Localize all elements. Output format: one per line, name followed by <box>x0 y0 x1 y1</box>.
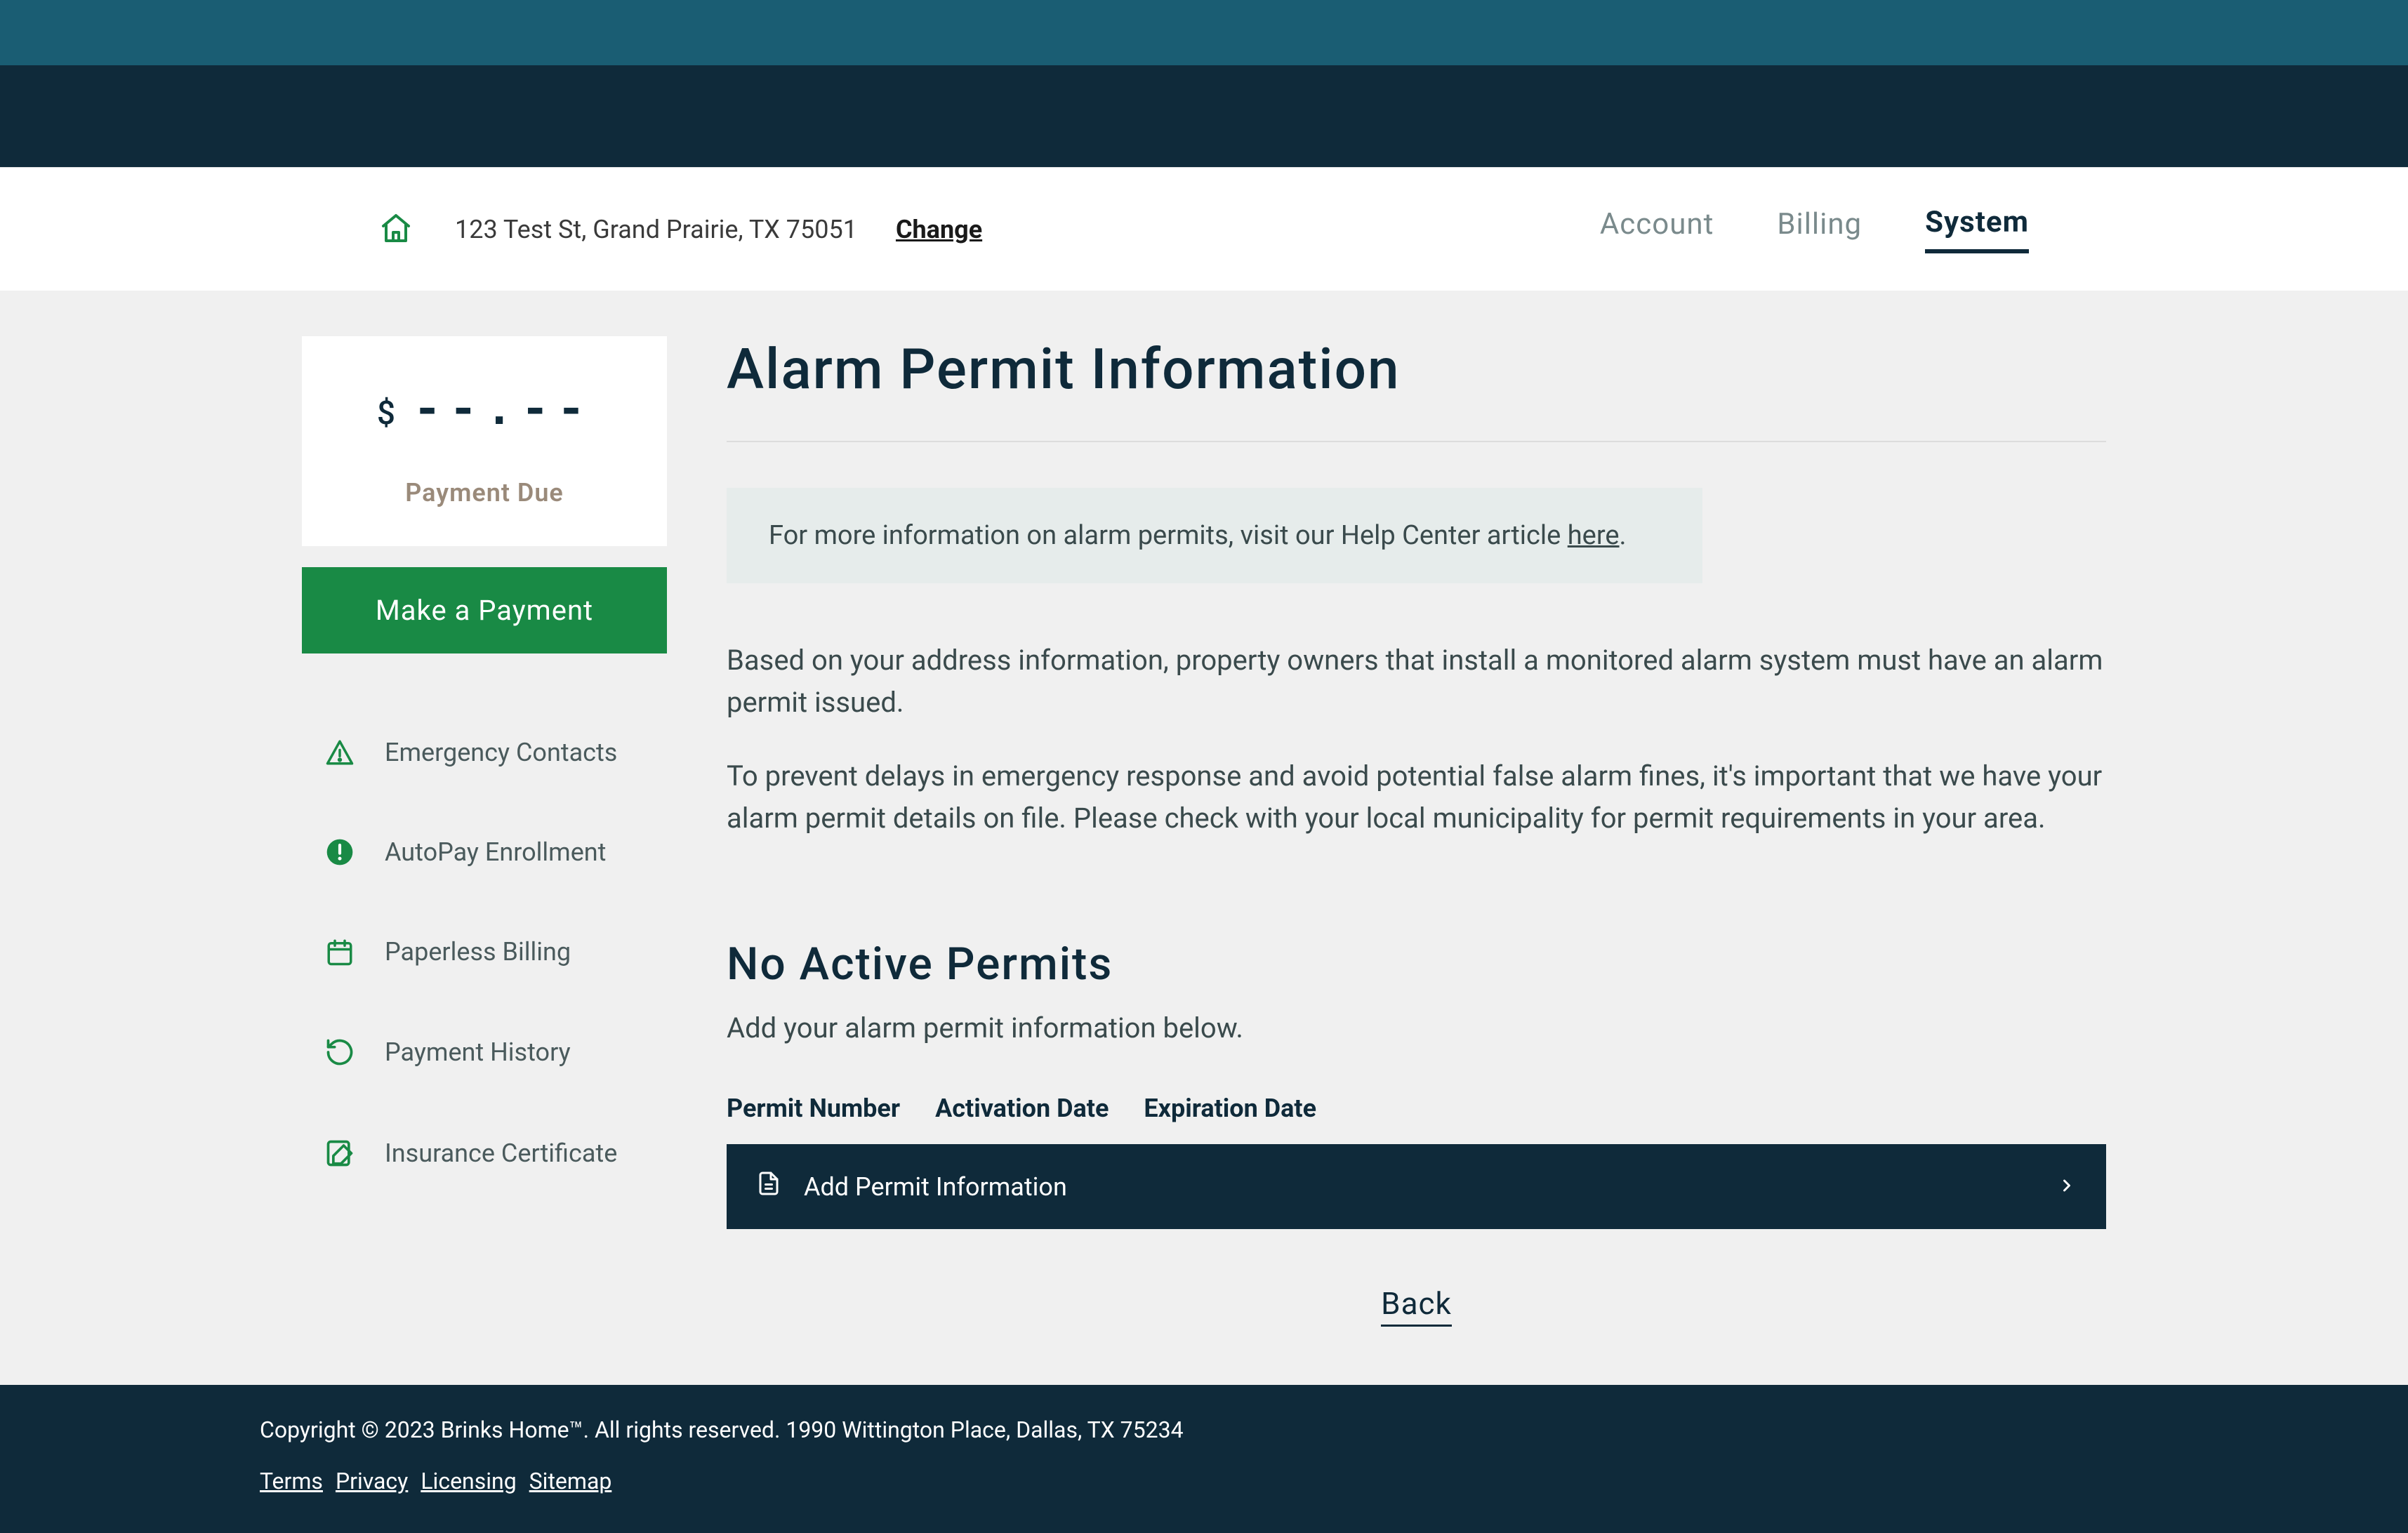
nav-tabs: Account Billing System <box>1600 205 2029 253</box>
footer: Copyright © 2023 Brinks Home™. All right… <box>0 1385 2408 1533</box>
warning-icon <box>323 738 357 767</box>
paragraph-1: Based on your address information, prope… <box>727 639 2106 724</box>
tab-system[interactable]: System <box>1925 205 2029 253</box>
section-subtitle: Add your alarm permit information below. <box>727 1011 2106 1044</box>
amount-value: --.-- <box>412 382 592 439</box>
back-link[interactable]: Back <box>1381 1285 1452 1327</box>
edit-doc-icon <box>323 1138 357 1169</box>
side-menu: Emergency Contacts AutoPay Enrollment Pa… <box>302 703 667 1204</box>
info-box: For more information on alarm permits, v… <box>727 488 1702 583</box>
alert-circle-icon <box>323 838 357 866</box>
sidebar-item-label: Emergency Contacts <box>385 738 617 767</box>
sidebar-item-emergency-contacts[interactable]: Emergency Contacts <box>302 703 667 802</box>
address-text: 123 Test St, Grand Prairie, TX 75051 <box>455 215 857 244</box>
add-permit-label: Add Permit Information <box>804 1172 1067 1202</box>
chevron-right-icon <box>2057 1172 2077 1202</box>
sidebar-item-label: Paperless Billing <box>385 937 571 967</box>
sidebar-item-paperless[interactable]: Paperless Billing <box>302 902 667 1002</box>
tab-account[interactable]: Account <box>1600 207 1714 251</box>
sidebar-item-autopay[interactable]: AutoPay Enrollment <box>302 802 667 902</box>
history-icon <box>323 1037 357 1068</box>
sidebar-item-payment-history[interactable]: Payment History <box>302 1002 667 1103</box>
section-title: No Active Permits <box>727 938 2106 990</box>
table-head: Permit Number Activation Date Expiration… <box>727 1094 2106 1123</box>
dollar-sign: $ <box>377 394 395 432</box>
footer-link-privacy[interactable]: Privacy <box>336 1468 408 1494</box>
col-activation-date: Activation Date <box>935 1094 1109 1123</box>
footer-links: Terms Privacy Licensing Sitemap <box>260 1468 2148 1494</box>
document-icon <box>756 1171 781 1202</box>
col-expiration-date: Expiration Date <box>1144 1094 1316 1123</box>
info-box-link[interactable]: here <box>1568 520 1620 551</box>
info-box-suffix: . <box>1620 520 1627 551</box>
footer-link-licensing[interactable]: Licensing <box>421 1468 516 1494</box>
info-box-prefix: For more information on alarm permits, v… <box>769 520 1568 551</box>
make-payment-button[interactable]: Make a Payment <box>302 567 667 653</box>
footer-link-terms[interactable]: Terms <box>260 1468 323 1494</box>
main-body: $ --.-- Payment Due Make a Payment Emerg… <box>0 291 2408 1385</box>
content: Alarm Permit Information For more inform… <box>727 336 2106 1322</box>
calendar-icon <box>323 937 357 967</box>
top-strip <box>0 0 2408 65</box>
sidebar: $ --.-- Payment Due Make a Payment Emerg… <box>302 336 667 1322</box>
sidebar-item-label: AutoPay Enrollment <box>385 837 606 867</box>
second-strip <box>0 65 2408 167</box>
payment-card: $ --.-- Payment Due <box>302 336 667 546</box>
tab-billing[interactable]: Billing <box>1777 207 1862 251</box>
payment-due-label: Payment Due <box>330 478 639 507</box>
home-icon <box>379 211 413 248</box>
sidebar-item-label: Payment History <box>385 1037 571 1067</box>
header-bar: 123 Test St, Grand Prairie, TX 75051 Cha… <box>0 167 2408 291</box>
back-link-wrap: Back <box>727 1285 2106 1322</box>
add-permit-button[interactable]: Add Permit Information <box>727 1144 2106 1229</box>
footer-link-sitemap[interactable]: Sitemap <box>529 1468 612 1494</box>
footer-copyright: Copyright © 2023 Brinks Home™. All right… <box>260 1416 2148 1443</box>
change-link[interactable]: Change <box>896 215 982 244</box>
paragraph-2: To prevent delays in emergency response … <box>727 755 2106 839</box>
page-title: Alarm Permit Information <box>727 336 2106 442</box>
sidebar-item-label: Insurance Certificate <box>385 1139 617 1168</box>
sidebar-item-insurance[interactable]: Insurance Certificate <box>302 1103 667 1204</box>
col-permit-number: Permit Number <box>727 1094 900 1123</box>
